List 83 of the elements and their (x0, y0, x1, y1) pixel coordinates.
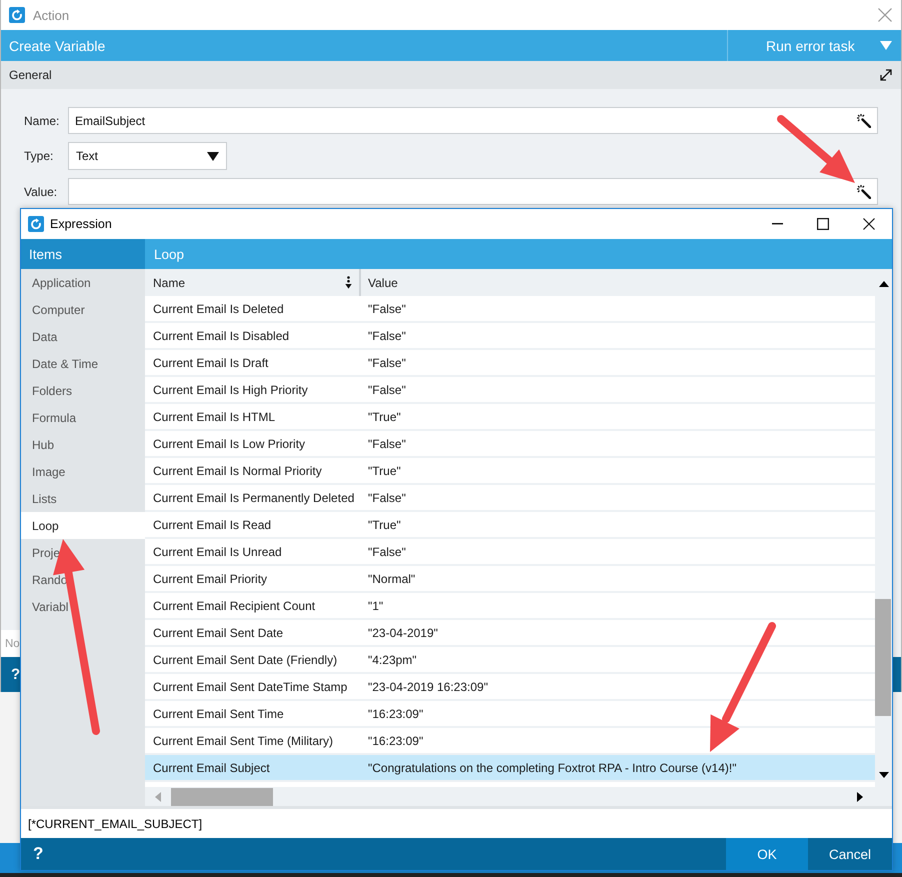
table-cell-text: Current Email Is HTML (152, 408, 276, 426)
panel-header: Loop (145, 239, 892, 269)
table-cell-text: Current Email Recipient Count (152, 598, 316, 614)
table-cell-text: "True" (367, 516, 402, 534)
sidebar-item[interactable]: Variabl (21, 593, 145, 620)
minimize-icon[interactable] (772, 223, 782, 225)
caret-down-icon (880, 41, 892, 50)
sidebar-item[interactable]: Hub (21, 431, 145, 458)
table-cell-text: "True" (367, 408, 402, 426)
sidebar-item[interactable]: Image (21, 458, 145, 485)
table-cell-text: Current Email Sent Time (152, 706, 285, 722)
scrollbar-thumb[interactable] (171, 788, 273, 806)
table-cell-text: "False" (367, 300, 407, 318)
field-label: Name: (24, 114, 60, 128)
table-cell-text: Current Email Is Draft (152, 354, 270, 372)
scroll-up-arrow-icon[interactable] (878, 281, 888, 287)
table-cell-text: Current Email Subject (152, 760, 271, 776)
ok-button[interactable]: OK (726, 838, 808, 870)
text-field[interactable] (68, 178, 878, 205)
table-row[interactable]: Current Email Subject "Congratulations on the completing Foxtrot RPA - Intro Course (v14)!" (145, 755, 875, 782)
table-cell-text: "23-04-2019 16:23:09" (367, 678, 489, 696)
field-label: Value: (24, 184, 58, 198)
table-cell-text: Current Email Priority (152, 570, 268, 588)
table-cell-text: "Congratulations on the completing Foxtrot RPA - Intro Course (v14)!" (367, 760, 738, 776)
sidebar-item[interactable]: Computer (21, 296, 145, 323)
table-cell-text: "False" (367, 490, 407, 506)
table-cell-text: "4:23pm" (367, 652, 418, 668)
table-cell-text: "Normal" (367, 570, 416, 588)
column-header[interactable]: Value (361, 269, 875, 296)
table-cell-text: "False" (367, 354, 407, 372)
table-cell-text: "16:23:09" (367, 706, 424, 722)
type-dropdown[interactable]: Text (68, 142, 227, 170)
sidebar-item[interactable]: Data (21, 323, 145, 350)
sidebar-item[interactable]: Date & Time (21, 350, 145, 377)
scrollbar-thumb[interactable] (875, 599, 891, 716)
table-cell-text: Current Email Is Read (152, 516, 272, 534)
table-cell-text: "16:23:09" (367, 732, 424, 750)
scroll-right-arrow-icon[interactable] (857, 792, 863, 802)
cancel-button[interactable]: Cancel (808, 838, 892, 870)
maximize-icon[interactable] (817, 218, 829, 230)
table-cell-text: "True" (367, 462, 402, 480)
table-cell-text: "False" (367, 382, 407, 398)
table-cell-text: Current Email Is Disabled (152, 328, 290, 344)
sidebar-header: Items (21, 239, 145, 269)
close-icon[interactable] (863, 218, 875, 230)
help-button[interactable]: ? (11, 666, 20, 683)
help-button[interactable]: ? (28, 838, 48, 870)
window-title: Action (33, 8, 70, 22)
expression-field[interactable]: [*CURRENT_EMAIL_SUBJECT] (21, 809, 892, 838)
caret-down-icon (207, 152, 219, 160)
sidebar-item[interactable]: Folders (21, 377, 145, 404)
sidebar-item[interactable]: Loop (21, 512, 145, 539)
action-title: Create Variable (8, 38, 106, 54)
sidebar-item[interactable]: Proje (21, 539, 145, 566)
table-cell-text: Current Email Sent Time (Military) (152, 732, 334, 750)
table-cell-text: Current Email Is Normal Priority (152, 462, 323, 480)
table-cell-text: "1" (367, 598, 384, 614)
table-cell-text: "False" (367, 328, 407, 344)
table-cell-text: Current Email Is Low Priority (152, 436, 306, 452)
app-logo-icon (9, 7, 25, 23)
sidebar-item[interactable]: Lists (21, 485, 145, 512)
section-title: General (9, 68, 52, 82)
sidebar-item[interactable]: Application (21, 269, 145, 296)
table-cell-text: Current Email Is Deleted (152, 300, 285, 318)
window-title: Expression (50, 217, 113, 231)
table-cell-text: Current Email Sent Date (152, 624, 284, 642)
magic-wand-icon[interactable] (857, 184, 871, 198)
expand-icon[interactable] (880, 69, 892, 81)
scroll-down-arrow-icon[interactable] (878, 772, 888, 778)
sidebar-item[interactable]: Formula (21, 404, 145, 431)
magic-wand-icon[interactable] (857, 114, 871, 128)
table-cell-text: Current Email Is Permanently Deleted (152, 490, 356, 506)
table-cell-text: "False" (367, 436, 407, 452)
sort-icon[interactable] (345, 276, 352, 289)
table-cell-text: Current Email Is High Priority (152, 382, 309, 398)
table-cell-text: "23-04-2019" (367, 624, 439, 642)
field-label: Type: (24, 149, 54, 163)
table-cell-text: Current Email Sent DateTime Stamp (152, 678, 348, 696)
table-cell-text: "False" (367, 544, 407, 560)
app-logo-icon (28, 216, 44, 232)
table-cell-text: Current Email Sent Date (Friendly) (152, 652, 338, 668)
table-cell-text: Current Email Is Unread (152, 544, 283, 560)
text-field[interactable]: EmailSubject (68, 107, 878, 134)
